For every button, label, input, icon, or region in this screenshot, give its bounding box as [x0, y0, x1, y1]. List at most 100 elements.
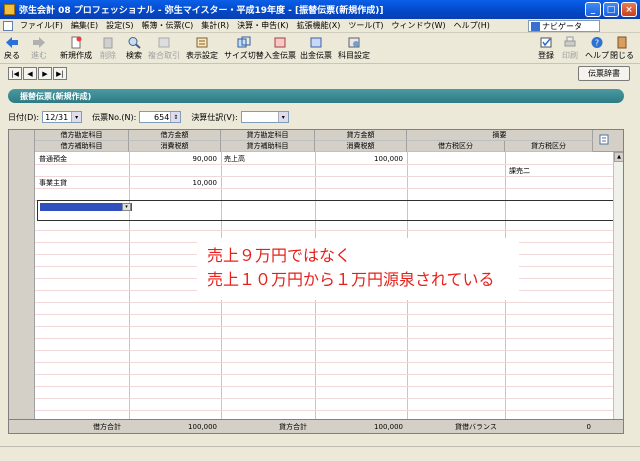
first-record-button[interactable]: |◀ [8, 67, 22, 80]
annotation-box: 売上９万円ではなく 売上１０万円から１万円源泉されている [197, 238, 519, 300]
header-credit-amount: 貸方金額 [315, 130, 407, 141]
maximize-button[interactable]: □ [603, 2, 619, 17]
close-window-button[interactable]: × [621, 2, 637, 17]
header-debit-sub: 借方補助科目 [35, 141, 129, 152]
close-door-icon [617, 36, 627, 49]
menu-file[interactable]: ファイル(F) [16, 20, 67, 31]
navigator-button[interactable]: ナビゲータ [528, 20, 600, 32]
help-button[interactable]: ? ヘルプ [585, 36, 609, 61]
voucher-form: 日付(D): 12/31 ▾ 伝票No.(N): 654 ⇕ 決算仕訳(V): … [8, 110, 289, 124]
delete-button[interactable]: 削除 [100, 36, 116, 61]
chevron-down-icon[interactable]: ▾ [122, 203, 131, 211]
cash-out-button[interactable]: 出金伝票 [300, 36, 332, 61]
next-record-button[interactable]: ▶ [38, 67, 52, 80]
header-description: 摘要 [407, 130, 593, 141]
menu-tools[interactable]: ツール(T) [344, 20, 387, 31]
resize-button[interactable]: サイズ切替 [224, 36, 264, 61]
last-record-button[interactable]: ▶| [53, 67, 67, 80]
grid-header: 借方勘定科目 借方金額 貸方勘定科目 貸方金額 摘要 借方補助科目 消費税額 貸… [9, 130, 623, 152]
account-settings-button[interactable]: 科目設定 [338, 36, 370, 61]
settlement-label: 決算仕訳(V): [191, 112, 238, 122]
register-button[interactable]: 登録 [538, 36, 554, 61]
prev-record-button[interactable]: ◀ [23, 67, 37, 80]
row1-debit-amount[interactable]: 90,000 [131, 154, 218, 164]
menu-edit[interactable]: 編集(E) [67, 20, 102, 31]
menu-books[interactable]: 帳簿・伝票(C) [137, 20, 197, 31]
row1-credit-tax-class[interactable]: 課売二 [509, 166, 530, 176]
row-header-column [9, 152, 35, 419]
row1-credit-account[interactable]: 売上高 [224, 154, 245, 164]
scroll-up-icon[interactable]: ▲ [614, 152, 623, 162]
printer-icon [564, 36, 576, 47]
search-icon [128, 37, 141, 49]
menu-bar: ファイル(F) 編集(E) 設定(S) 帳簿・伝票(C) 集計(R) 決算・申告… [0, 19, 640, 33]
debit-total: 100,000 [188, 423, 217, 431]
balance-label: 貸借バランス [455, 423, 497, 431]
cash-in-button[interactable]: 入金伝票 [264, 36, 296, 61]
compound-icon [158, 37, 170, 48]
menu-help[interactable]: ヘルプ(H) [450, 20, 494, 31]
menu-settings[interactable]: 設定(S) [102, 20, 137, 31]
row2-debit-amount[interactable]: 10,000 [131, 178, 218, 188]
annotation-line-2: 売上１０万円から１万円源泉されている [207, 270, 495, 289]
header-debit-tax: 消費税額 [129, 141, 221, 152]
document-icon[interactable] [3, 20, 13, 31]
compound-button[interactable]: 複合取引 [148, 36, 180, 61]
title-bar: 弥生会計 08 プロフェッショナル - 弥生マイスター・平成19年度 - [振替… [0, 0, 640, 19]
new-button[interactable]: 新規作成 [60, 36, 92, 61]
delete-icon [103, 37, 113, 49]
credit-total-label: 貸方合計 [279, 423, 307, 431]
svg-text:?: ? [595, 39, 599, 48]
date-field[interactable]: 12/31 ▾ [42, 111, 83, 123]
chevron-down-icon[interactable]: ▾ [71, 112, 82, 122]
header-debit-amount: 借方金額 [129, 130, 221, 141]
forward-button[interactable]: 進む [31, 36, 47, 61]
credit-total: 100,000 [374, 423, 403, 431]
navigator-icon [531, 21, 540, 31]
row1-debit-account[interactable]: 普通預金 [39, 154, 67, 164]
forward-arrow-icon [33, 37, 45, 48]
new-document-icon [71, 36, 82, 49]
row1-credit-amount[interactable]: 100,000 [317, 154, 403, 164]
back-arrow-icon [6, 37, 18, 48]
active-entry-row[interactable]: ▾ [37, 200, 621, 221]
header-debit-tax-class: 借方税区分 [407, 141, 505, 152]
cash-out-icon [310, 37, 322, 48]
grid-footer: 借方合計 100,000 貸方合計 100,000 貸借バランス 0 [9, 419, 623, 433]
annotation-line-1: 売上９万円ではなく [207, 246, 352, 265]
minimize-button[interactable]: _ [585, 2, 601, 17]
menu-extensions[interactable]: 拡張機能(X) [293, 20, 345, 31]
register-icon [540, 37, 552, 48]
header-credit-account: 貸方勘定科目 [221, 130, 315, 141]
spinner-icon[interactable]: ⇕ [170, 112, 181, 122]
page-title: 振替伝票(新規作成) [8, 89, 624, 103]
close-button[interactable]: 閉じる [610, 36, 634, 61]
app-icon [4, 4, 15, 15]
vertical-scrollbar[interactable]: ▲ [613, 152, 623, 419]
header-credit-sub: 貸方補助科目 [221, 141, 315, 152]
chevron-down-icon[interactable]: ▾ [277, 112, 288, 122]
navigator-label: ナビゲータ [542, 21, 582, 31]
memo-icon[interactable] [599, 134, 609, 145]
status-bar [0, 446, 640, 461]
row2-debit-account[interactable]: 事業主貸 [39, 178, 67, 188]
debit-total-label: 借方合計 [93, 423, 121, 431]
active-account-input[interactable] [40, 203, 132, 211]
display-settings-icon [196, 37, 208, 48]
record-navigation: |◀ ◀ ▶ ▶| [8, 67, 67, 80]
voucher-no-label: 伝票No.(N): [92, 112, 137, 122]
cash-in-icon [274, 37, 286, 48]
menu-window[interactable]: ウィンドウ(W) [387, 20, 449, 31]
window-title: 弥生会計 08 プロフェッショナル - 弥生マイスター・平成19年度 - [振替… [19, 6, 384, 16]
menu-settlement[interactable]: 決算・申告(K) [233, 20, 293, 31]
search-button[interactable]: 検索 [126, 36, 142, 61]
voucher-no-field[interactable]: 654 ⇕ [139, 111, 182, 123]
print-button[interactable]: 印刷 [562, 36, 578, 61]
menu-aggregate[interactable]: 集計(R) [197, 20, 233, 31]
voucher-dictionary-button[interactable]: 伝票辞書 [578, 66, 630, 81]
settlement-select[interactable]: ▾ [240, 111, 289, 123]
display-settings-button[interactable]: 表示設定 [186, 36, 218, 61]
header-credit-tax-class: 貸方税区分 [505, 141, 593, 152]
resize-icon [237, 36, 251, 48]
back-button[interactable]: 戻る [4, 36, 20, 61]
